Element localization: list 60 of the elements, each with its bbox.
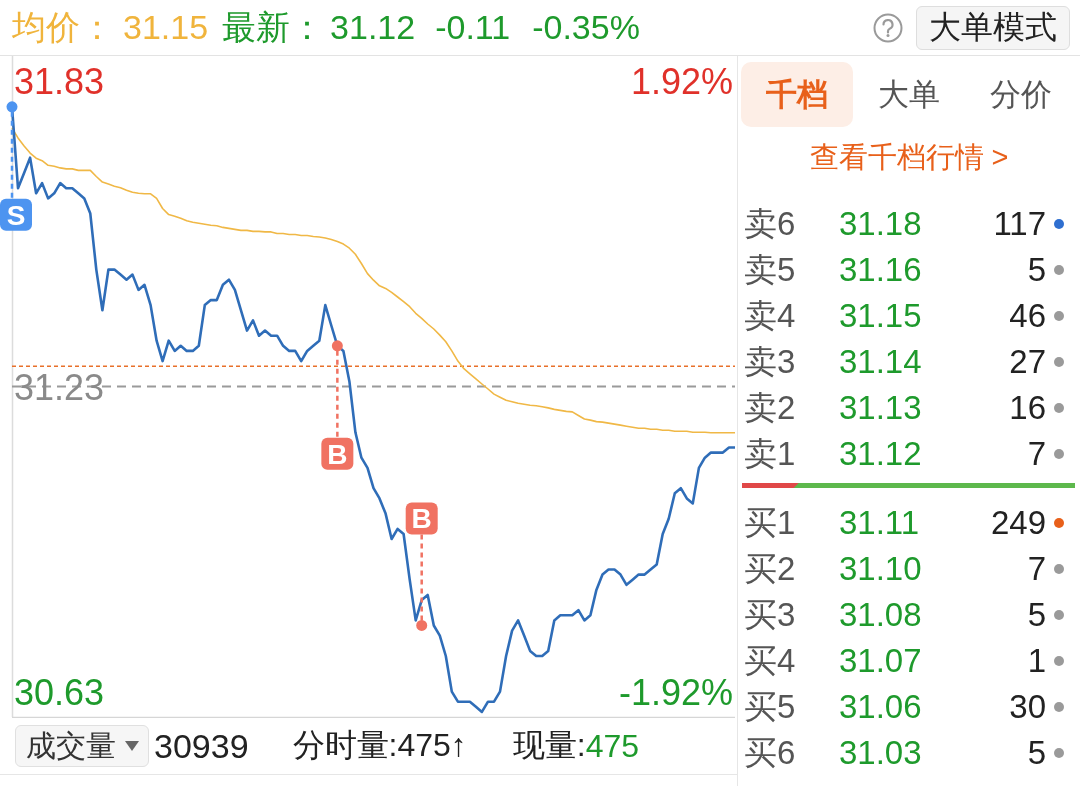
level-price: 31.11 [839, 504, 921, 542]
volume-selector[interactable]: 成交量 [15, 725, 149, 767]
level-volume: 27 [1009, 343, 1046, 381]
percent-label: 1.92% [630, 61, 733, 103]
help-icon[interactable] [873, 12, 903, 43]
level-price: 31.13 [839, 389, 923, 427]
level-volume: 5 [1027, 596, 1046, 634]
level-price: 31.15 [839, 297, 923, 335]
price-change: -0.11 [435, 8, 511, 47]
level-label: 卖4 [744, 297, 797, 335]
latest-price-label: 最新： [222, 6, 325, 48]
level-price: 31.14 [839, 343, 923, 381]
level-price: 31.12 [839, 435, 923, 473]
level-volume: 5 [1027, 734, 1046, 772]
current-volume-label: 现量: [512, 726, 586, 765]
level-label: 卖5 [744, 251, 797, 289]
level-volume: 5 [1027, 251, 1046, 289]
percent-label: -1.92% [618, 671, 733, 713]
level-label: 买3 [744, 596, 797, 634]
level-price: 31.07 [839, 642, 923, 680]
level-price: 31.18 [839, 205, 923, 243]
caret-icon [125, 741, 139, 751]
trade-marker-tag: S [0, 198, 32, 231]
level-volume: 30 [1009, 688, 1046, 726]
level-price: 31.08 [839, 596, 923, 634]
level-volume: 16 [1009, 389, 1046, 427]
latest-price-value: 31.12 [330, 8, 416, 47]
level-label: 买6 [744, 734, 797, 772]
level-label: 买2 [744, 550, 797, 588]
level-label: 买1 [744, 504, 797, 542]
level-volume: 46 [1009, 297, 1046, 335]
tab[interactable]: 分价 [965, 62, 1077, 127]
level-price: 31.16 [839, 251, 923, 289]
tab[interactable]: 大单 [853, 62, 965, 127]
level-price: 31.03 [839, 734, 923, 772]
level-label: 卖6 [744, 205, 797, 243]
total-volume: 30939 [154, 726, 249, 766]
period-volume: 分时量:475↑ [292, 726, 467, 765]
axis-label: 31.83 [14, 61, 105, 103]
trade-marker-tag: B [321, 437, 354, 470]
trade-marker-tag: B [405, 502, 438, 535]
percent-change: -0.35% [532, 8, 640, 47]
axis-label: 31.23 [14, 366, 105, 408]
level-price: 31.10 [839, 550, 923, 588]
level-volume: 1 [1027, 642, 1046, 680]
level-label: 买4 [744, 642, 797, 680]
average-price-label: 均价： [12, 6, 114, 48]
level-label: 卖2 [744, 389, 797, 427]
current-volume-value: 475 [585, 727, 640, 765]
axis-label: 30.63 [14, 671, 105, 713]
level-label: 卖1 [744, 435, 797, 473]
level-volume: 117 [993, 205, 1046, 243]
mode-button[interactable]: 大单模式 [916, 5, 1070, 50]
level-label: 买5 [744, 688, 797, 726]
average-price-value: 31.15 [123, 8, 209, 47]
level-price: 31.06 [839, 688, 923, 726]
level-label: 卖3 [744, 343, 797, 381]
level-volume: 7 [1027, 550, 1046, 588]
level-volume: 7 [1027, 435, 1046, 473]
level-volume: 249 [990, 504, 1046, 542]
